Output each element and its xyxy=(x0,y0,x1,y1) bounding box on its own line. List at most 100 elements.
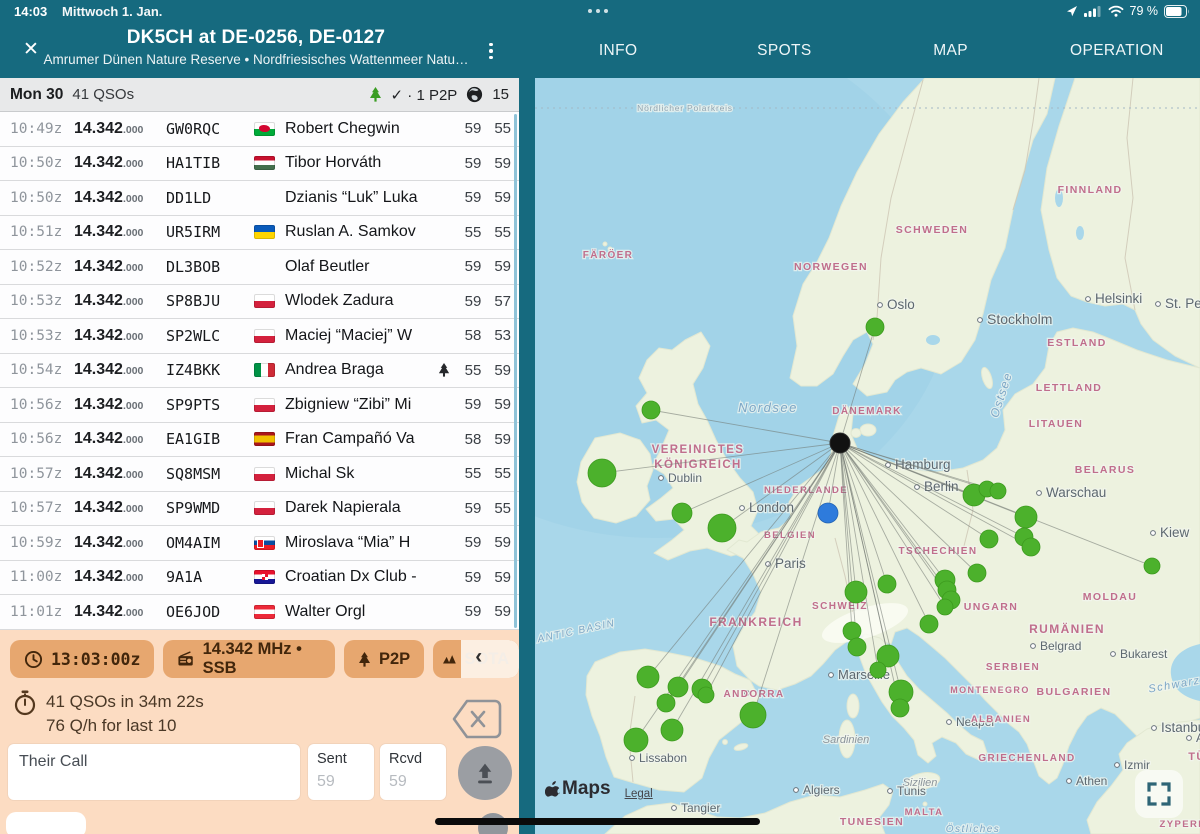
qso-callsign: GW0RQC xyxy=(166,120,254,138)
qso-spot-marker[interactable] xyxy=(980,530,998,548)
qso-rst: 5959 xyxy=(455,396,511,413)
qso-spot-marker[interactable] xyxy=(845,581,867,603)
map-country-label: RUMÄNIEN xyxy=(1029,621,1105,636)
map-view[interactable]: Nördlicher PolarkreisFÄRÖERFINNLANDSCHWE… xyxy=(535,78,1200,834)
qso-operator-name: Olaf Beutler xyxy=(285,258,438,276)
qso-spot-marker[interactable] xyxy=(661,719,683,741)
map-country-label: BULGARIEN xyxy=(1036,686,1111,698)
qso-spot-marker[interactable] xyxy=(920,615,938,633)
qso-spot-marker[interactable] xyxy=(708,514,736,542)
qso-row[interactable]: 10:52z14.342.000DL3BOBOlaf Beutler5959 xyxy=(0,250,519,285)
qso-row[interactable]: 10:56z14.342.000EA1GIBFran Campañó Va585… xyxy=(0,423,519,458)
qso-row[interactable]: 10:57z14.342.000SP9WMDDarek Napierala595… xyxy=(0,492,519,527)
qso-spot-marker[interactable] xyxy=(672,503,692,523)
log-qso-upload-button[interactable] xyxy=(458,746,512,800)
rst-rcvd-input[interactable]: Rcvd 59 xyxy=(380,744,446,800)
qso-spot-marker[interactable] xyxy=(740,702,766,728)
qso-spot-marker[interactable] xyxy=(968,564,986,582)
qso-row[interactable]: 10:50z14.342.000HA1TIBTibor Horváth5959 xyxy=(0,147,519,182)
qso-operator-name: Tibor Horváth xyxy=(285,154,438,172)
map-city-label: Bukarest xyxy=(1120,647,1168,661)
multitasking-dots-icon[interactable] xyxy=(588,9,608,13)
qso-time: 10:54z xyxy=(10,362,74,378)
qso-row[interactable]: 10:51z14.342.000UR5IRMRuslan A. Samkov55… xyxy=(0,216,519,251)
qso-spot-marker[interactable] xyxy=(937,599,953,615)
qso-row[interactable]: 11:01z14.342.000OE6JODWalter Orgl5959 xyxy=(0,595,519,630)
tab-map[interactable]: MAP xyxy=(868,24,1034,78)
rst-sent-input[interactable]: Sent 59 xyxy=(308,744,374,800)
qso-spot-marker[interactable] xyxy=(843,622,861,640)
fullscreen-button[interactable] xyxy=(1135,770,1183,818)
qso-frequency: 14.342.000 xyxy=(74,327,166,345)
qso-spot-marker[interactable] xyxy=(891,699,909,717)
sota-chip-overlay xyxy=(461,640,519,678)
qso-spot-marker[interactable] xyxy=(866,318,884,336)
sota-mountains-icon xyxy=(443,653,456,666)
wifi-icon xyxy=(1108,5,1124,17)
qso-row[interactable]: 11:00z14.342.0009A1ACroatian Dx Club -59… xyxy=(0,561,519,596)
country-flag-icon xyxy=(254,260,285,274)
qso-row[interactable]: 10:57z14.342.000SQ8MSMMichal Sk5555 xyxy=(0,457,519,492)
qso-row[interactable]: 10:53z14.342.000SP2WLCMaciej “Maciej” W5… xyxy=(0,319,519,354)
p2p-tree-icon xyxy=(438,363,455,377)
qso-spot-marker[interactable] xyxy=(818,503,838,523)
kebab-menu-icon[interactable] xyxy=(480,37,502,65)
map-water-label: Sardinien xyxy=(823,734,869,746)
stats-line2: 76 Q/h for last 10 xyxy=(46,714,204,738)
qso-frequency: 14.342.000 xyxy=(74,361,166,379)
qso-spot-marker[interactable] xyxy=(642,401,660,419)
tab-spots[interactable]: SPOTS xyxy=(701,24,867,78)
qso-row[interactable]: 10:53z14.342.000SP8BJUWlodek Zadura5957 xyxy=(0,285,519,320)
qso-spot-marker[interactable] xyxy=(870,662,886,678)
qso-spot-marker[interactable] xyxy=(878,575,896,593)
home-indicator[interactable] xyxy=(435,818,760,825)
qso-spot-marker[interactable] xyxy=(657,694,675,712)
qso-time: 10:59z xyxy=(10,535,74,551)
map-country-label: MOLDAU xyxy=(1083,591,1137,603)
legal-link[interactable]: Legal xyxy=(625,788,653,800)
p2p-chip[interactable]: P2P xyxy=(344,640,424,678)
time-chip[interactable]: 13:03:00z xyxy=(10,640,154,678)
qso-spot-marker[interactable] xyxy=(848,638,866,656)
qso-time: 10:52z xyxy=(10,259,74,275)
qso-time: 11:01z xyxy=(10,604,74,620)
qso-spot-marker[interactable] xyxy=(1015,506,1037,528)
qso-spot-marker[interactable] xyxy=(1022,538,1040,556)
qso-operator-name: Maciej “Maciej” W xyxy=(285,327,438,345)
tab-info[interactable]: INFO xyxy=(535,24,701,78)
app-screen: 14:03 Mittwoch 1. Jan. 79 % ✕ DK5CH at xyxy=(0,0,1200,834)
qso-callsign: SP9PTS xyxy=(166,396,254,414)
apple-logo-icon xyxy=(545,780,560,797)
freq-mode-chip[interactable]: 14.342 MHz • SSB xyxy=(163,640,335,678)
qso-spot-marker[interactable] xyxy=(1144,558,1160,574)
qso-spot-marker[interactable] xyxy=(990,483,1006,499)
qso-spot-marker[interactable] xyxy=(668,677,688,697)
station-marker[interactable] xyxy=(830,433,850,453)
qso-row[interactable]: 10:50z14.342.000DD1LDDzianis “Luk” Luka5… xyxy=(0,181,519,216)
their-call-input[interactable]: Their Call xyxy=(8,744,300,800)
map-country-label: ZYPERN xyxy=(1160,819,1200,830)
map-city-label: Belgrad xyxy=(1040,639,1081,653)
tab-operation[interactable]: OPERATION xyxy=(1034,24,1200,78)
map-country-label: SERBIEN xyxy=(986,662,1040,673)
qso-row[interactable]: 10:54z14.342.000IZ4BKKAndrea Braga5559 xyxy=(0,354,519,389)
map-city-label: Stockholm xyxy=(987,311,1052,327)
keyboard-accessory-left[interactable] xyxy=(6,812,86,834)
sota-chip[interactable]: SOTA ‹ xyxy=(433,640,519,678)
qso-spot-marker[interactable] xyxy=(698,687,714,703)
log-day-header[interactable]: Mon 30 41 QSOs ✓ · 1 P2P 15 xyxy=(0,78,519,112)
qso-operator-name: Miroslava “Mia” H xyxy=(285,534,438,552)
qso-spot-marker[interactable] xyxy=(637,666,659,688)
location-arrow-icon xyxy=(1066,5,1078,17)
qso-spot-marker[interactable] xyxy=(588,459,616,487)
qso-operator-name: Wlodek Zadura xyxy=(285,292,438,310)
list-scrollbar[interactable] xyxy=(514,114,517,628)
qso-operator-name: Walter Orgl xyxy=(285,603,438,621)
qso-spot-marker[interactable] xyxy=(624,728,648,752)
qso-operator-name: Michal Sk xyxy=(285,465,438,483)
backspace-button[interactable] xyxy=(450,696,504,742)
qso-row[interactable]: 10:49z14.342.000GW0RQCRobert Chegwin5955 xyxy=(0,112,519,147)
qso-row[interactable]: 10:59z14.342.000OM4AIMMiroslava “Mia” H5… xyxy=(0,526,519,561)
qso-row[interactable]: 10:56z14.342.000SP9PTSZbigniew “Zibi” Mi… xyxy=(0,388,519,423)
qso-frequency: 14.342.000 xyxy=(74,258,166,276)
